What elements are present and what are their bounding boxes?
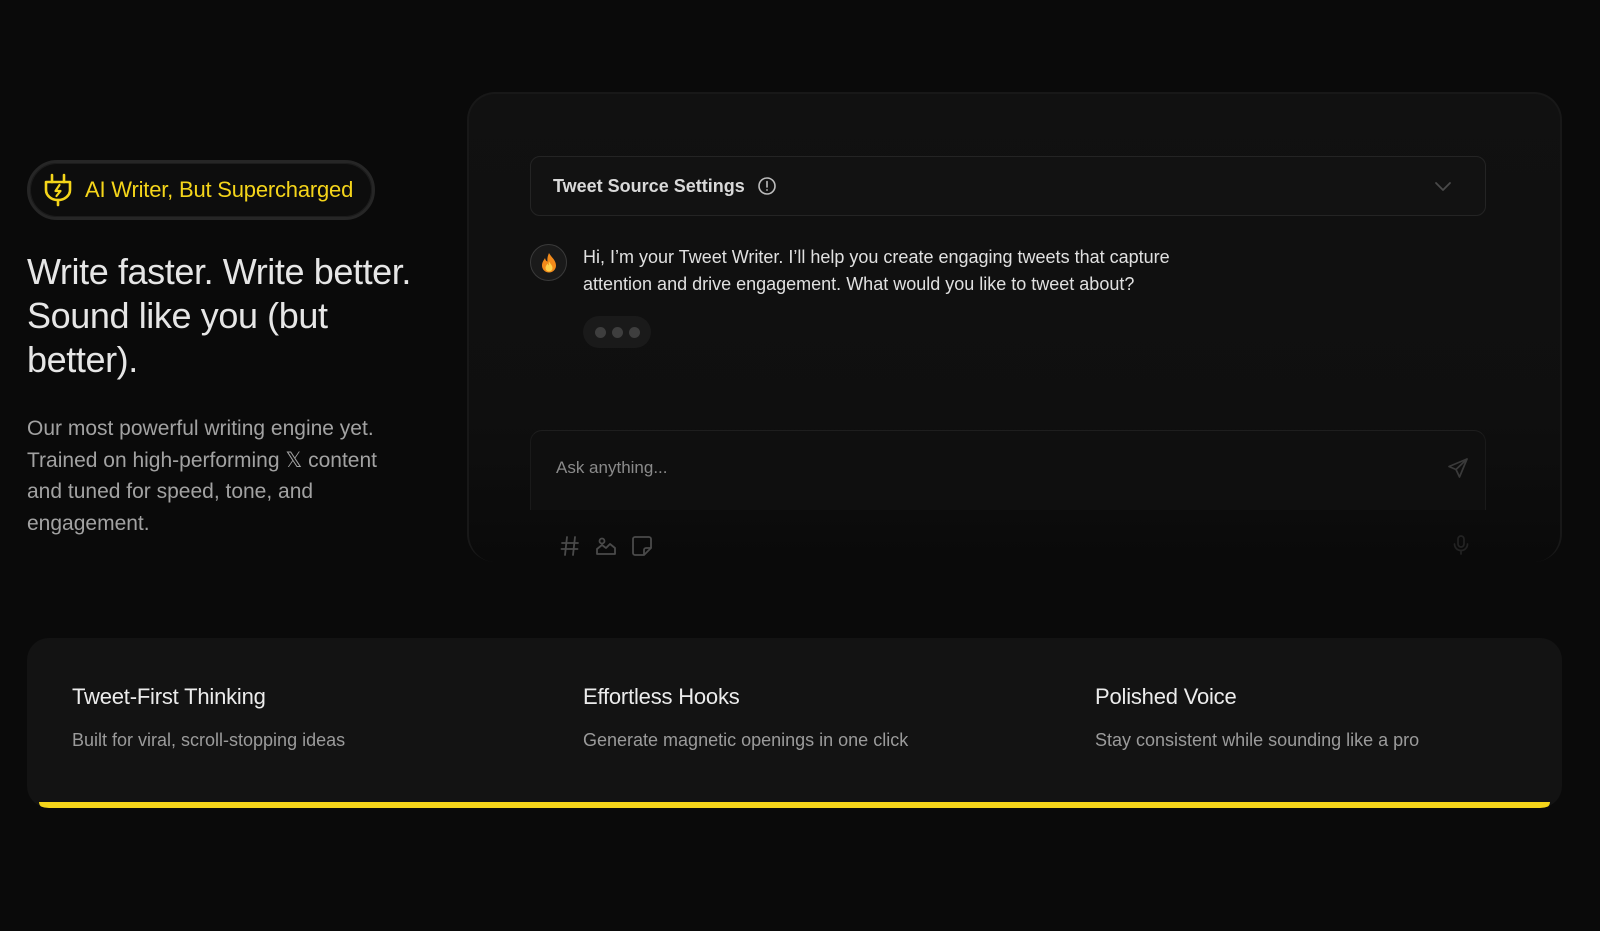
feature-title: Tweet-First Thinking [72, 684, 266, 709]
tweet-source-settings-toggle[interactable]: Tweet Source Settings [530, 156, 1486, 216]
typing-dot [611, 326, 623, 338]
hero-description: Our most powerful writing engine yet. Tr… [27, 417, 377, 535]
fire-icon [541, 252, 556, 272]
sticker-icon[interactable] [630, 534, 654, 558]
feature-item: Tweet-First Thinking Built for viral, sc… [72, 684, 345, 751]
page: AI Writer, But Supercharged Write faster… [0, 0, 1600, 931]
assistant-message: Hi, I’m your Tweet Writer. I’ll help you… [583, 247, 1170, 294]
feature-description: Stay consistent while sounding like a pr… [1095, 730, 1420, 750]
hero-badge-label: AI Writer, But Supercharged [85, 177, 354, 202]
plug-icon [44, 173, 72, 207]
info-icon[interactable] [757, 176, 777, 196]
settings-title: Tweet Source Settings [553, 175, 745, 196]
feature-title: Effortless Hooks [583, 684, 740, 709]
accent-underline [39, 802, 1550, 808]
send-icon[interactable] [1447, 457, 1469, 479]
chevron-down-icon[interactable] [1431, 174, 1455, 198]
feature-item: Effortless Hooks Generate magnetic openi… [583, 684, 908, 751]
typing-indicator [583, 316, 651, 348]
microphone-icon[interactable] [1450, 534, 1472, 556]
image-icon[interactable] [594, 534, 618, 558]
typing-dot [628, 326, 640, 338]
chat-input[interactable] [556, 452, 1416, 484]
feature-description: Generate magnetic openings in one click [583, 730, 909, 750]
feature-item: Polished Voice Stay consistent while sou… [1095, 684, 1419, 751]
assistant-avatar [530, 244, 567, 281]
feature-title: Polished Voice [1095, 684, 1237, 709]
hashtag-icon[interactable] [558, 534, 582, 558]
features-card: Tweet-First Thinking Built for viral, sc… [27, 638, 1562, 808]
hero-badge: AI Writer, But Supercharged [27, 160, 375, 220]
feature-description: Built for viral, scroll-stopping ideas [72, 730, 346, 750]
typing-dot [594, 326, 606, 338]
hero-title: Write faster. Write better. Sound like y… [27, 251, 412, 380]
